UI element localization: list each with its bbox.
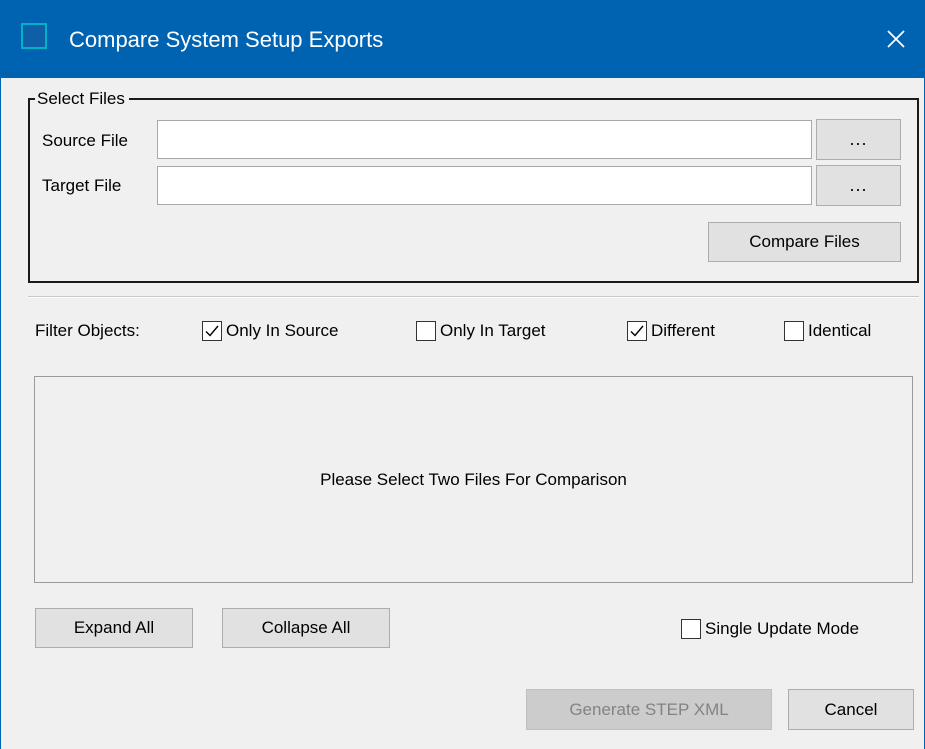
filter-identical[interactable]: Identical xyxy=(784,320,871,342)
window-title: Compare System Setup Exports xyxy=(69,27,384,52)
checkbox-identical[interactable] xyxy=(784,321,804,341)
target-file-label: Target File xyxy=(42,176,122,195)
cancel-button[interactable]: Cancel xyxy=(788,689,914,730)
only-in-target-label: Only In Target xyxy=(440,321,546,340)
source-file-label: Source File xyxy=(42,131,128,150)
compare-dialog: Compare System Setup Exports Select File… xyxy=(0,0,925,749)
filter-different[interactable]: Different xyxy=(627,320,715,342)
compare-files-button[interactable]: Compare Files xyxy=(708,222,901,262)
empty-state-message: Please Select Two Files For Comparison xyxy=(320,469,627,489)
different-label: Different xyxy=(651,321,715,340)
checkbox-single-update-mode[interactable] xyxy=(681,619,701,639)
section-divider xyxy=(28,296,919,298)
filter-only-in-source[interactable]: Only In Source xyxy=(202,320,338,342)
filter-only-in-target[interactable]: Only In Target xyxy=(416,320,546,342)
checkmark-icon xyxy=(205,325,219,337)
source-browse-button[interactable]: ... xyxy=(816,119,901,160)
identical-label: Identical xyxy=(808,321,872,340)
only-in-source-label: Only In Source xyxy=(226,321,339,340)
target-file-input[interactable] xyxy=(157,166,812,205)
single-update-mode-option[interactable]: Single Update Mode xyxy=(681,618,859,640)
checkbox-only-in-source[interactable] xyxy=(202,321,222,341)
target-browse-button[interactable]: ... xyxy=(816,165,901,206)
close-icon xyxy=(887,30,905,48)
filter-objects-label: Filter Objects: xyxy=(35,321,140,340)
single-update-mode-label: Single Update Mode xyxy=(705,619,860,638)
checkbox-only-in-target[interactable] xyxy=(416,321,436,341)
close-button[interactable] xyxy=(866,0,925,78)
comparison-results-panel[interactable]: Please Select Two Files For Comparison xyxy=(34,376,913,583)
app-window-icon xyxy=(21,23,47,49)
select-files-title: Select Files xyxy=(35,88,129,110)
source-file-input[interactable] xyxy=(157,120,812,159)
generate-step-xml-button[interactable]: Generate STEP XML xyxy=(526,689,772,730)
checkmark-icon xyxy=(630,325,644,337)
title-bar: Compare System Setup Exports xyxy=(1,0,925,78)
collapse-all-button[interactable]: Collapse All xyxy=(222,608,390,648)
expand-all-button[interactable]: Expand All xyxy=(35,608,193,648)
checkbox-different[interactable] xyxy=(627,321,647,341)
